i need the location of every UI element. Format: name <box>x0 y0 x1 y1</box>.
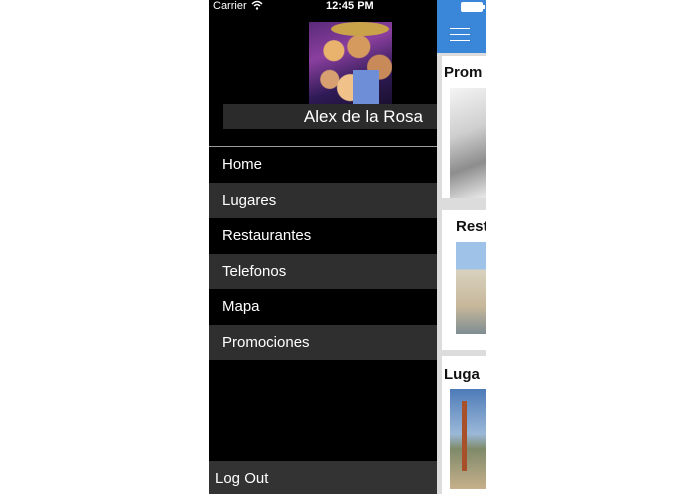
menu-item-restaurantes[interactable]: Restaurantes <box>209 218 437 254</box>
side-drawer: Alex de la Rosa Home Lugares Restaurante… <box>209 0 437 494</box>
menu-item-home[interactable]: Home <box>209 147 437 183</box>
card-title: Rest <box>456 218 486 235</box>
phone-screen: Carrier 12:45 PM Alex de la Rosa Home Lu… <box>209 0 486 494</box>
clock: 12:45 PM <box>326 0 374 12</box>
user-name: Alex de la Rosa <box>223 104 437 129</box>
menu-item-telefonos[interactable]: Telefonos <box>209 253 437 289</box>
hamburger-menu-icon[interactable] <box>450 28 470 41</box>
card-promociones[interactable]: Prom <box>442 56 486 198</box>
profile-photo[interactable] <box>309 22 392 104</box>
card-image <box>456 242 486 334</box>
card-title: Prom <box>444 64 483 81</box>
tower-shape <box>462 401 467 471</box>
card-lugares[interactable]: Luga <box>442 356 486 494</box>
shirt-shape <box>353 70 379 104</box>
logout-button[interactable]: Log Out <box>209 461 437 494</box>
card-title: Luga <box>444 366 480 383</box>
drawer-menu: Home Lugares Restaurantes Telefonos Mapa… <box>209 147 437 360</box>
card-image <box>450 389 486 489</box>
card-image <box>450 88 486 198</box>
menu-item-lugares[interactable]: Lugares <box>209 182 437 218</box>
menu-item-promociones[interactable]: Promociones <box>209 324 437 360</box>
wifi-icon <box>251 0 263 13</box>
card-restaurantes[interactable]: Rest <box>442 210 486 350</box>
main-content: Prom Rest Luga <box>437 0 486 494</box>
carrier-label: Carrier <box>213 0 247 12</box>
menu-item-mapa[interactable]: Mapa <box>209 289 437 325</box>
status-bar: Carrier 12:45 PM <box>209 0 486 14</box>
battery-icon <box>461 2 485 12</box>
sombrero-shape <box>331 22 389 36</box>
